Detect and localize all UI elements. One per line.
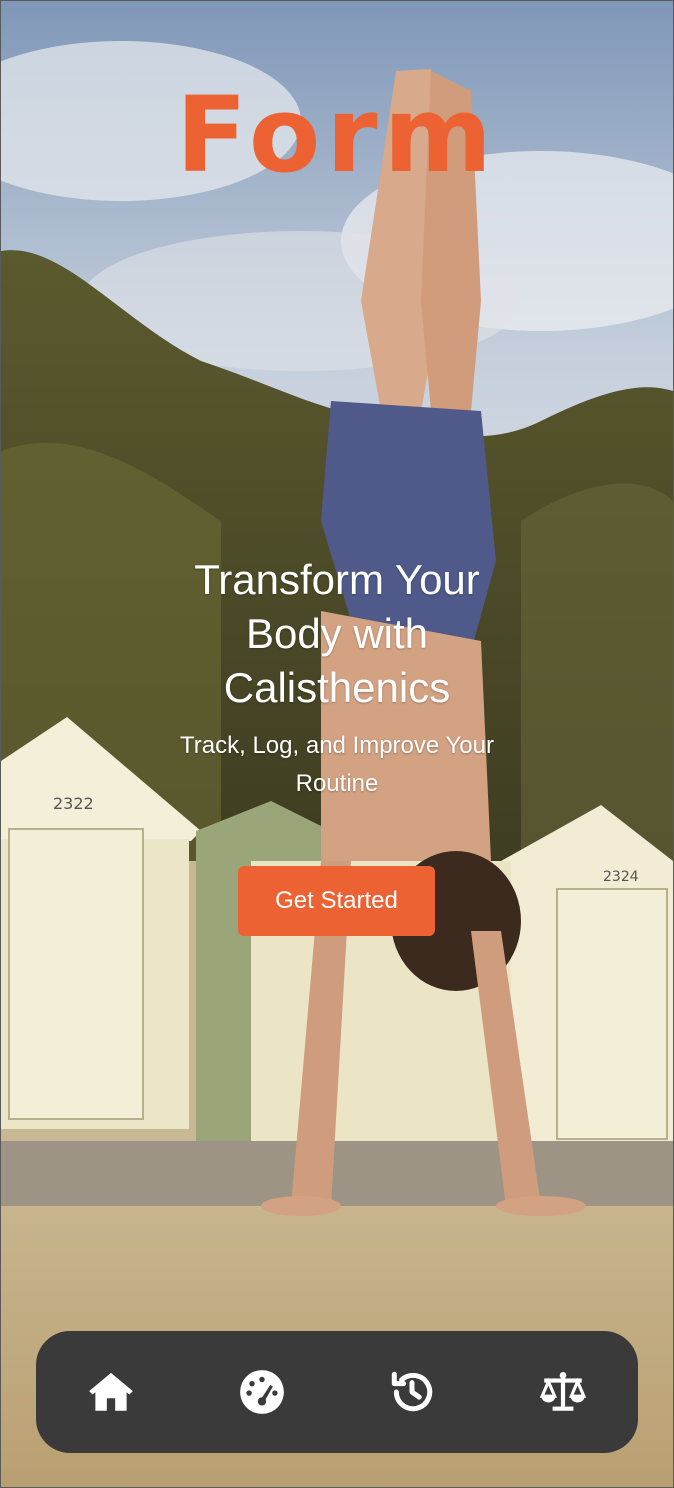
app-logo: Form [176,74,498,196]
hero-section: Transform Your Body with Calisthenics Tr… [1,553,673,803]
hero-subheadline: Track, Log, and Improve Your Routine [180,732,494,797]
bottom-nav [36,1331,638,1453]
nav-home[interactable] [66,1347,156,1437]
dashboard-icon [239,1370,284,1414]
svg-text:2324: 2324 [603,869,639,885]
nav-dashboard[interactable] [217,1347,307,1437]
get-started-button[interactable]: Get Started [238,866,435,936]
history-icon [392,1371,433,1412]
app-screen: 2322 2324 Form Transform Your Body with … [0,0,674,1488]
nav-balance[interactable] [518,1347,608,1437]
nav-history[interactable] [367,1347,457,1437]
hero-headline: Transform Your Body with Calisthenics [194,556,480,711]
scale-icon [539,1372,586,1411]
home-icon [89,1372,134,1411]
